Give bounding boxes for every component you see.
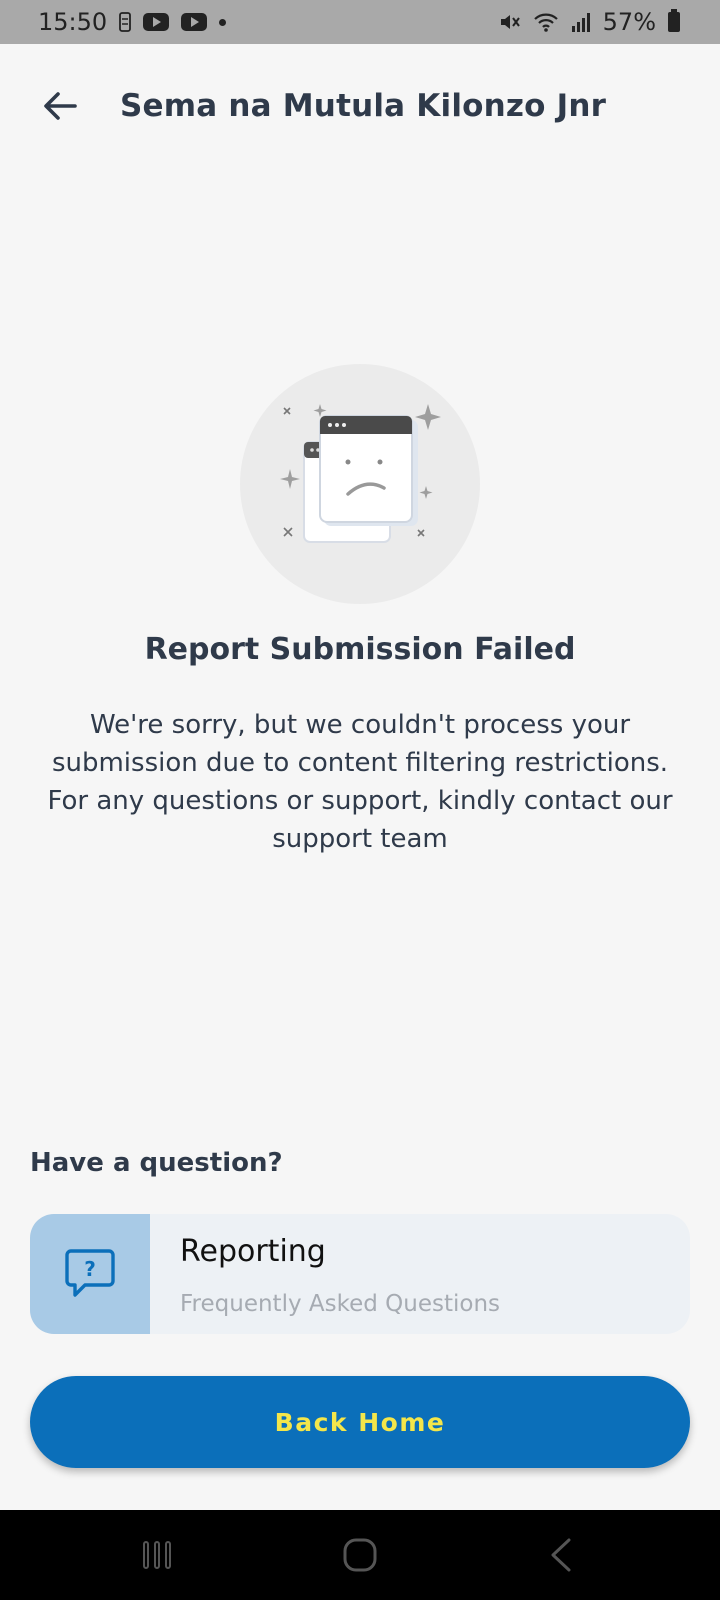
status-left: 15:50 [38,8,227,36]
app-header: Sema na Mutula Kilonzo Jnr [0,44,720,168]
mute-icon [499,11,521,33]
back-home-button[interactable]: Back Home [30,1376,690,1468]
question-bubble-icon: ? [63,1245,117,1303]
home-icon[interactable] [300,1510,420,1600]
result-message: We're sorry, but we couldn't process you… [47,710,673,854]
status-time: 15:50 [38,8,108,36]
faq-subtitle: Frequently Asked Questions [180,1291,501,1317]
faq-icon-container: ? [30,1214,150,1334]
faq-card-reporting[interactable]: ? Reporting Frequently Asked Questions [30,1214,690,1334]
faq-title: Reporting [180,1234,326,1269]
system-nav-bar [0,1510,720,1600]
status-right: 57% [499,8,680,36]
signal-icon [571,12,591,32]
svg-text:?: ? [84,1257,96,1281]
youtube-icon [181,13,208,31]
failed-illustration [240,364,480,604]
youtube-icon [143,13,170,31]
back-icon[interactable] [501,1510,621,1600]
status-bar: 15:50 57% [0,0,720,44]
dot-icon [219,18,227,26]
wifi-icon [533,11,559,33]
arrow-left-icon[interactable] [40,86,80,126]
page-title: Sema na Mutula Kilonzo Jnr [120,88,607,124]
recents-icon[interactable] [97,1510,217,1600]
result-title: Report Submission Failed [144,632,576,667]
battery-icon [668,9,680,32]
faq-text: Reporting Frequently Asked Questions [150,1214,500,1334]
help-label: Have a question? [30,1148,283,1178]
battery-percent: 57% [602,8,656,36]
notification-icon [119,12,132,32]
